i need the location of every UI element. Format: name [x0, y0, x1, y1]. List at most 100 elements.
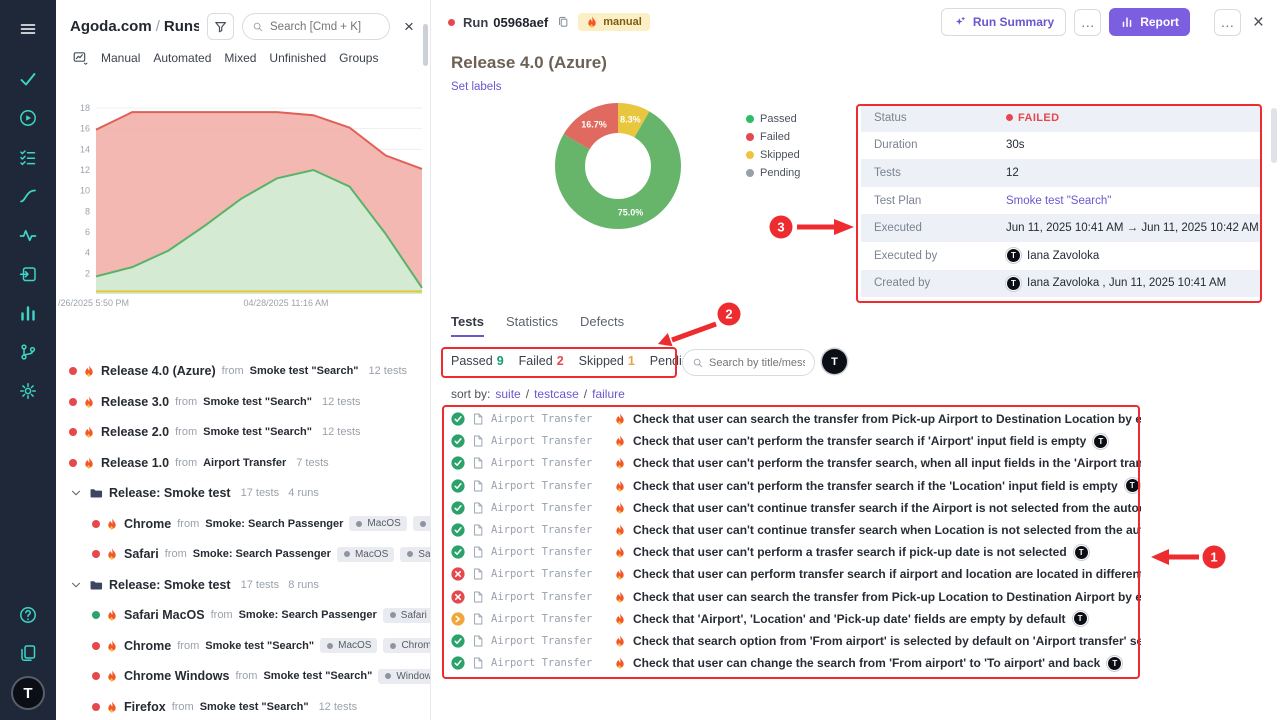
- flame-icon: [614, 502, 626, 514]
- breadcrumb-project[interactable]: Agoda.com: [70, 18, 152, 35]
- more-actions-button[interactable]: …: [1074, 9, 1101, 36]
- sort-failure-link[interactable]: failure: [592, 387, 625, 401]
- nav-play-button[interactable]: [11, 101, 45, 135]
- test-search-input[interactable]: [709, 357, 805, 369]
- test-row[interactable]: Airport TransferCheck that user can't pe…: [451, 541, 1141, 563]
- run-row[interactable]: FirefoxfromSmoke test "Search"12 tests: [56, 692, 430, 720]
- sort-separator: /: [584, 387, 587, 401]
- sort-suite-link[interactable]: suite: [495, 387, 520, 401]
- test-row[interactable]: Airport TransferCheck that user can sear…: [451, 586, 1141, 608]
- test-row[interactable]: Airport TransferCheck that user can't pe…: [451, 475, 1141, 497]
- folder-icon: [89, 578, 103, 592]
- run-row[interactable]: ChromefromSmoke test "Search"MacOSChrome: [56, 631, 430, 662]
- nav-activity-button[interactable]: [11, 218, 45, 252]
- copy-run-id-button[interactable]: [556, 15, 570, 29]
- nav-menu-button[interactable]: [11, 12, 45, 46]
- test-row[interactable]: Airport TransferCheck that search option…: [451, 630, 1141, 652]
- runs-search-input[interactable]: [270, 21, 380, 33]
- runs-tab-automated[interactable]: Automated: [153, 51, 211, 65]
- run-row[interactable]: ChromefromSmoke: Search PassengerMacOSCh…: [56, 509, 430, 540]
- flame-icon: [614, 657, 626, 669]
- run-row[interactable]: Release 1.0fromAirport Transfer7 tests: [56, 448, 430, 479]
- test-row[interactable]: Airport TransferCheck that user can't co…: [451, 497, 1141, 519]
- nav-trend-button[interactable]: [11, 179, 45, 213]
- legend-dot: [746, 169, 754, 177]
- run-row[interactable]: Chrome WindowsfromSmoke test "Search"Win…: [56, 661, 430, 692]
- assignee-filter-button[interactable]: T: [822, 349, 847, 374]
- set-labels-link[interactable]: Set labels: [451, 81, 502, 93]
- test-title: Check that user can't continue transfer …: [633, 523, 1141, 537]
- status-value: FAILED: [1006, 112, 1060, 124]
- filter-button[interactable]: [207, 13, 234, 40]
- nav-inbox-button[interactable]: [11, 257, 45, 291]
- runs-tab-unfinished[interactable]: Unfinished: [269, 51, 326, 65]
- legend-item-pending: Pending: [746, 164, 800, 182]
- user-avatar: T: [1107, 656, 1122, 671]
- chart-toggle-icon[interactable]: [72, 50, 88, 66]
- runs-search[interactable]: [242, 13, 390, 40]
- run-row[interactable]: Release 3.0fromSmoke test "Search"12 tes…: [56, 387, 430, 418]
- group-name: Release: Smoke test: [109, 486, 231, 500]
- main-scrollbar[interactable]: [1271, 108, 1277, 163]
- run-row[interactable]: Release 2.0fromSmoke test "Search"12 tes…: [56, 417, 430, 448]
- filter-passed[interactable]: Passed9: [451, 354, 504, 368]
- page-title: Release 4.0 (Azure): [451, 53, 607, 73]
- svg-text:04/28/2025 11:16 AM: 04/28/2025 11:16 AM: [244, 298, 329, 308]
- test-row[interactable]: Airport TransferCheck that user can't pe…: [451, 452, 1141, 474]
- test-plan-link[interactable]: Smoke test "Search": [1006, 195, 1111, 207]
- test-row[interactable]: Airport TransferCheck that user can chan…: [451, 652, 1141, 674]
- filter-failed[interactable]: Failed2: [519, 354, 564, 368]
- manual-badge: manual: [578, 13, 650, 31]
- runs-tab-groups[interactable]: Groups: [339, 51, 378, 65]
- run-status-dot: [69, 398, 77, 406]
- failed-dot: [1006, 114, 1013, 121]
- report-button[interactable]: Report: [1109, 8, 1190, 36]
- info-row-executed-by: Executed byTIana Zavoloka: [861, 242, 1261, 270]
- flame-icon: [614, 635, 626, 647]
- nav-bar-chart-button[interactable]: [11, 296, 45, 330]
- nav-settings-button[interactable]: [11, 374, 45, 408]
- run-source: Smoke test "Search": [250, 365, 359, 377]
- run-name: Chrome Windows: [124, 669, 229, 683]
- tab-tests[interactable]: Tests: [451, 314, 484, 337]
- panel-scrollbar[interactable]: [423, 24, 428, 66]
- test-suite: Airport Transfer: [491, 435, 607, 447]
- run-row[interactable]: Safari MacOSfromSmoke: Search PassengerS…: [56, 600, 430, 631]
- nav-help-button[interactable]: [11, 598, 45, 632]
- svg-text:14: 14: [80, 144, 90, 154]
- nav-check-button[interactable]: [11, 62, 45, 96]
- run-name: Safari: [124, 547, 159, 561]
- tab-statistics[interactable]: Statistics: [506, 314, 558, 337]
- nav-checklist-button[interactable]: [11, 140, 45, 174]
- run-summary-button[interactable]: Run Summary: [941, 8, 1066, 36]
- run-source: Airport Transfer: [203, 457, 286, 469]
- run-group-row[interactable]: Release: Smoke test17 tests 8 runs: [56, 570, 430, 601]
- tab-defects[interactable]: Defects: [580, 314, 624, 337]
- app-logo[interactable]: T: [13, 678, 43, 708]
- runs-tab-mixed[interactable]: Mixed: [224, 51, 256, 65]
- more-options-button[interactable]: …: [1214, 9, 1241, 36]
- run-id: 05968aef: [493, 15, 548, 30]
- svg-text:16.7%: 16.7%: [581, 119, 607, 129]
- test-row[interactable]: Airport TransferCheck that user can't pe…: [451, 430, 1141, 452]
- test-row[interactable]: Airport TransferCheck that 'Airport', 'L…: [451, 608, 1141, 630]
- test-title: Check that user can't perform the transf…: [633, 456, 1141, 470]
- test-search[interactable]: [682, 349, 815, 376]
- panel-close-button[interactable]: ×: [398, 18, 420, 35]
- close-run-button[interactable]: ×: [1253, 13, 1264, 32]
- sort-testcase-link[interactable]: testcase: [534, 387, 579, 401]
- runs-tab-manual[interactable]: Manual: [101, 51, 140, 65]
- nav-git-branch-button[interactable]: [11, 335, 45, 369]
- test-row[interactable]: Airport TransferCheck that user can't co…: [451, 519, 1141, 541]
- flame-icon: [106, 670, 118, 682]
- test-row[interactable]: Airport TransferCheck that user can perf…: [451, 563, 1141, 585]
- doc-icon: [472, 502, 484, 514]
- run-row[interactable]: SafarifromSmoke: Search PassengerMacOSSa…: [56, 539, 430, 570]
- run-row[interactable]: Release 4.0 (Azure)fromSmoke test "Searc…: [56, 356, 430, 387]
- run-group-row[interactable]: Release: Smoke test17 tests 4 runs: [56, 478, 430, 509]
- test-row[interactable]: Airport TransferCheck that user can sear…: [451, 408, 1141, 430]
- nav-docs-button[interactable]: [11, 636, 45, 670]
- run-meta: 12 tests: [322, 426, 361, 438]
- filter-skipped[interactable]: Skipped1: [579, 354, 635, 368]
- legend-dot: [746, 115, 754, 123]
